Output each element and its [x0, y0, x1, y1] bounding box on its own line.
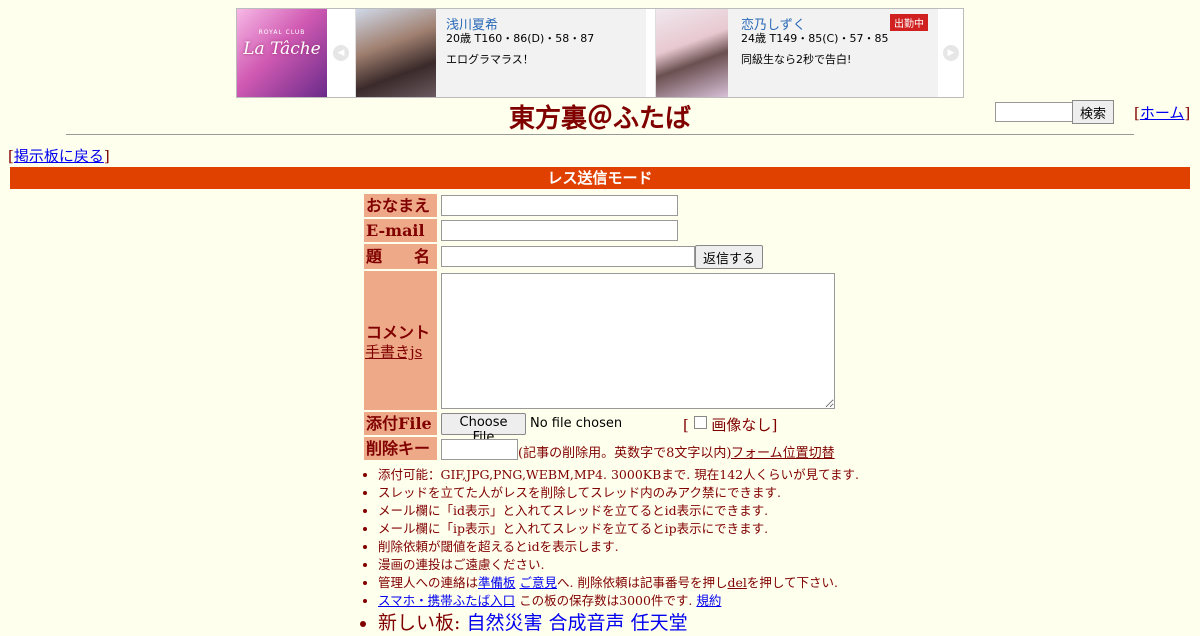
form-position-toggle-link[interactable]: フォーム位置切替: [731, 442, 835, 461]
noimage-option: [ 画像なし]: [683, 414, 777, 435]
ad-banner[interactable]: ROYAL CLUB La Tâche ◀ 浅川夏希 20歳 T160・86(D…: [236, 8, 964, 98]
ad-photo: [356, 9, 436, 97]
list-item: スレッドを立てた人がレスを削除してスレッド内のみアク禁にできます.: [378, 484, 859, 502]
feedback-link[interactable]: ご意見: [520, 575, 558, 590]
contact-text: へ. 削除依頼は記事番号を押し: [557, 575, 728, 590]
ad-card-stats: 20歳 T160・86(D)・58・87: [446, 32, 595, 45]
checkbox-icon[interactable]: [693, 416, 707, 429]
chevron-right-icon[interactable]: ▶: [943, 45, 959, 61]
contact-text: 管理人への連絡は: [378, 575, 479, 590]
bracket-close: ]: [103, 147, 110, 165]
email-label: E-mail: [364, 219, 437, 242]
ad-card-message: 同級生なら2秒で告白!: [741, 53, 852, 66]
comment-textarea[interactable]: [441, 273, 835, 409]
file-label: 添付File: [364, 412, 437, 435]
mobile-entrance-link[interactable]: スマホ・携帯ふたば入口: [378, 593, 515, 608]
ad-logo-title: La Tâche: [243, 39, 321, 59]
email-field[interactable]: [441, 220, 678, 241]
delete-key-note: (記事の削除用。英数字で8文字以内): [518, 446, 732, 461]
list-item: 添付可能：GIF,JPG,PNG,WEBM,MP4. 3000KBまで. 現在1…: [378, 466, 859, 484]
list-item: 漫画の連投はご遠慮ください.: [378, 556, 859, 574]
comment-label: コメント: [366, 323, 431, 342]
subject-field[interactable]: [441, 246, 695, 267]
board-link[interactable]: 任天堂: [631, 612, 688, 634]
ad-card-stats: 24歳 T149・85(C)・57・85: [741, 32, 889, 45]
rules-link[interactable]: 規約: [696, 593, 721, 608]
submit-button[interactable]: 返信する: [695, 245, 763, 269]
status-badge: 出勤中: [890, 14, 928, 31]
noimage-label: 画像なし: [711, 416, 772, 434]
ad-card[interactable]: 浅川夏希 20歳 T160・86(D)・58・87 エログラマラス！: [355, 9, 646, 97]
del-link[interactable]: del: [727, 575, 746, 590]
back-nav: [掲示板に戻る]: [8, 145, 110, 166]
delete-key-label: 削除キー: [364, 437, 437, 460]
list-item: 新しい板: 自然災害 合成音声 任天堂: [378, 610, 859, 634]
storage-text: この板の保存数は3000件です.: [515, 593, 693, 608]
ad-photo: [656, 9, 728, 97]
file-status: No file chosen: [530, 416, 623, 431]
list-item: メール欄に「ip表示」と入れてスレッドを立てるとip表示にできます.: [378, 520, 859, 538]
mode-title-bar: レス送信モード: [10, 167, 1190, 189]
name-label: おなまえ: [364, 194, 437, 217]
board-link[interactable]: 自然災害: [466, 612, 542, 634]
home-nav: [ホーム]: [1134, 102, 1190, 123]
bracket-close: ]: [771, 416, 778, 434]
delete-key-field[interactable]: [441, 439, 518, 460]
subject-label: 題 名: [364, 244, 437, 269]
divider: [66, 134, 1134, 135]
search-button[interactable]: 検索: [1072, 100, 1114, 124]
list-item: 削除依頼が閾値を超えるとidを表示します.: [378, 538, 859, 556]
list-item: 管理人への連絡は準備板 ご意見へ. 削除依頼は記事番号を押しdelを押して下さい…: [378, 574, 859, 592]
new-boards-label: 新しい板:: [378, 612, 461, 634]
board-link[interactable]: 合成音声: [549, 612, 625, 634]
contact-text: を押して下さい.: [746, 575, 838, 590]
ad-logo-subtitle: ROYAL CLUB: [258, 29, 306, 36]
bracket-close: ]: [1184, 104, 1191, 122]
name-field[interactable]: [441, 195, 678, 216]
list-item: スマホ・携帯ふたば入口 この板の保存数は3000件です. 規約: [378, 592, 859, 610]
home-link[interactable]: ホーム: [1140, 104, 1185, 122]
ad-card[interactable]: 恋乃しずく 24歳 T149・85(C)・57・85 同級生なら2秒で告白! 出…: [655, 9, 938, 97]
list-item: メール欄に「id表示」と入れてスレッドを立てるとid表示にできます.: [378, 502, 859, 520]
back-to-board-link[interactable]: 掲示板に戻る: [14, 147, 104, 165]
bracket-open: [: [683, 416, 689, 434]
comment-label-cell: コメント 手書きjs: [364, 271, 437, 410]
prep-board-link[interactable]: 準備板: [478, 575, 516, 590]
search-input[interactable]: [995, 102, 1075, 122]
notes-list: 添付可能：GIF,JPG,PNG,WEBM,MP4. 3000KBまで. 現在1…: [360, 466, 859, 634]
file-choose-button[interactable]: Choose File: [441, 413, 526, 445]
handwrite-link[interactable]: 手書きjs: [365, 341, 422, 362]
ad-card-message: エログラマラス！: [446, 53, 534, 66]
ad-logo[interactable]: ROYAL CLUB La Tâche: [237, 9, 327, 97]
chevron-left-icon[interactable]: ◀: [333, 45, 349, 61]
